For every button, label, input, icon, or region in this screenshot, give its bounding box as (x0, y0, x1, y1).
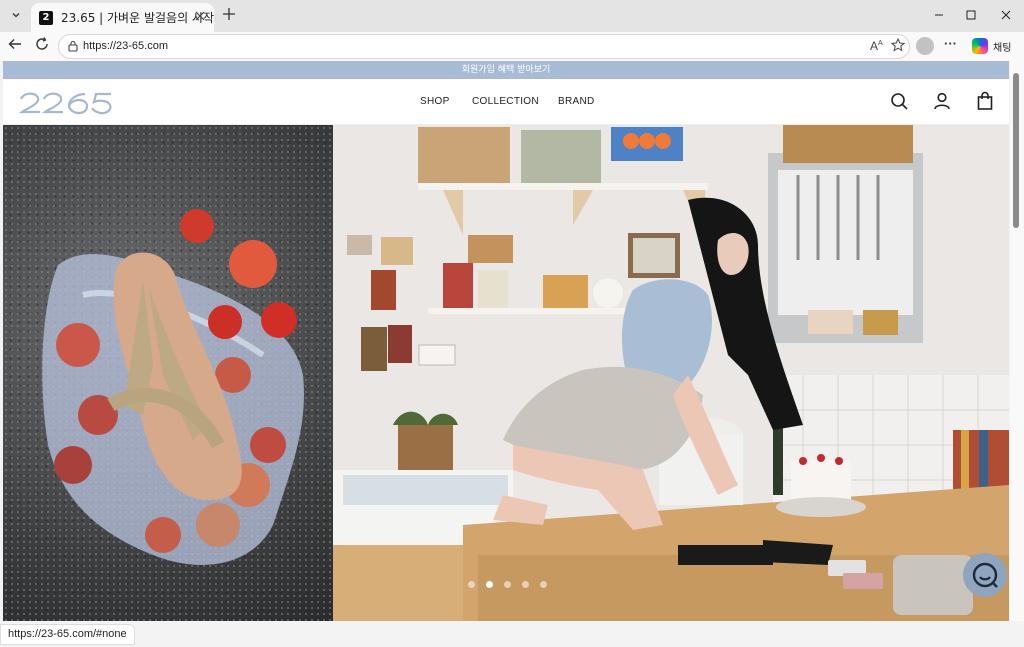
tab-bar: 2 23.65 | 가벼운 발걸음의 시작 (0, 0, 1024, 32)
more-icon[interactable]: ··· (944, 36, 957, 51)
nav-shop[interactable]: SHOP (420, 96, 450, 107)
maximize-button[interactable] (960, 6, 982, 26)
reload-icon (36, 37, 48, 50)
minimize-button[interactable] (928, 6, 950, 26)
profile-avatar[interactable] (916, 37, 934, 55)
hero-slider[interactable] (3, 125, 1009, 621)
nav-brand[interactable]: BRAND (558, 96, 595, 107)
hero-image-sandal (3, 125, 333, 621)
address-bar[interactable]: https://23-65.com AA (58, 34, 910, 59)
chevron-down-icon (12, 13, 20, 18)
kitchen-illustration (333, 125, 1009, 621)
status-bar-url: https://23-65.com/#none (0, 624, 135, 645)
reload-button[interactable] (32, 37, 52, 57)
minimize-icon (935, 14, 943, 16)
star-icon[interactable] (890, 37, 906, 55)
nav-collection[interactable]: COLLECTION (472, 96, 539, 107)
copilot-chat-label[interactable]: 채팅 (993, 39, 1011, 54)
lock-icon[interactable] (67, 40, 79, 52)
promo-banner[interactable]: 회원가입 혜택 받아보기 (3, 61, 1009, 79)
tab-title: 23.65 | 가벼운 발걸음의 시작 (60, 11, 214, 25)
new-tab-button[interactable] (220, 6, 238, 24)
slider-dot-1[interactable] (468, 581, 475, 588)
search-icon[interactable] (889, 91, 909, 111)
slider-dot-3[interactable] (504, 581, 511, 588)
hero-image-kitchen (333, 125, 1009, 621)
navigation-bar: https://23-65.com AA ··· 채팅 (0, 32, 1024, 61)
close-icon (195, 11, 205, 21)
shopping-bag-icon[interactable] (975, 91, 995, 111)
slider-dot-4[interactable] (522, 581, 529, 588)
favicon-icon: 2 (39, 10, 53, 25)
slider-dot-2[interactable] (486, 581, 493, 588)
user-icon[interactable] (932, 91, 952, 111)
close-window-button[interactable] (995, 6, 1017, 26)
maximize-icon (966, 10, 976, 20)
copilot-icon[interactable] (972, 38, 988, 54)
slider-dot-5[interactable] (540, 581, 547, 588)
back-button[interactable] (5, 37, 25, 57)
site-header: SHOP COLLECTION BRAND (3, 79, 1009, 125)
plus-icon (223, 8, 235, 20)
scrollbar-thumb[interactable] (1013, 73, 1019, 228)
page-viewport: 회원가입 혜택 받아보기 SHOP COLLECTION BRAND (3, 61, 1009, 621)
window-bottom-frame (0, 621, 1024, 647)
chat-button[interactable] (963, 553, 1007, 597)
read-aloud-icon[interactable]: AA (870, 39, 883, 53)
browser-tab[interactable]: 2 23.65 | 가벼운 발걸음의 시작 (31, 3, 214, 32)
browser-window: 2 23.65 | 가벼운 발걸음의 시작 https://23-65.com … (0, 0, 1024, 647)
url-text[interactable]: https://23-65.com (83, 40, 168, 52)
sandal-illustration (42, 209, 304, 565)
tab-close-button[interactable] (193, 10, 207, 24)
tab-menu-button[interactable] (5, 4, 27, 26)
site-logo[interactable] (18, 86, 114, 118)
chat-icon (972, 562, 998, 588)
close-icon (1001, 10, 1011, 20)
back-arrow-icon (8, 39, 21, 49)
